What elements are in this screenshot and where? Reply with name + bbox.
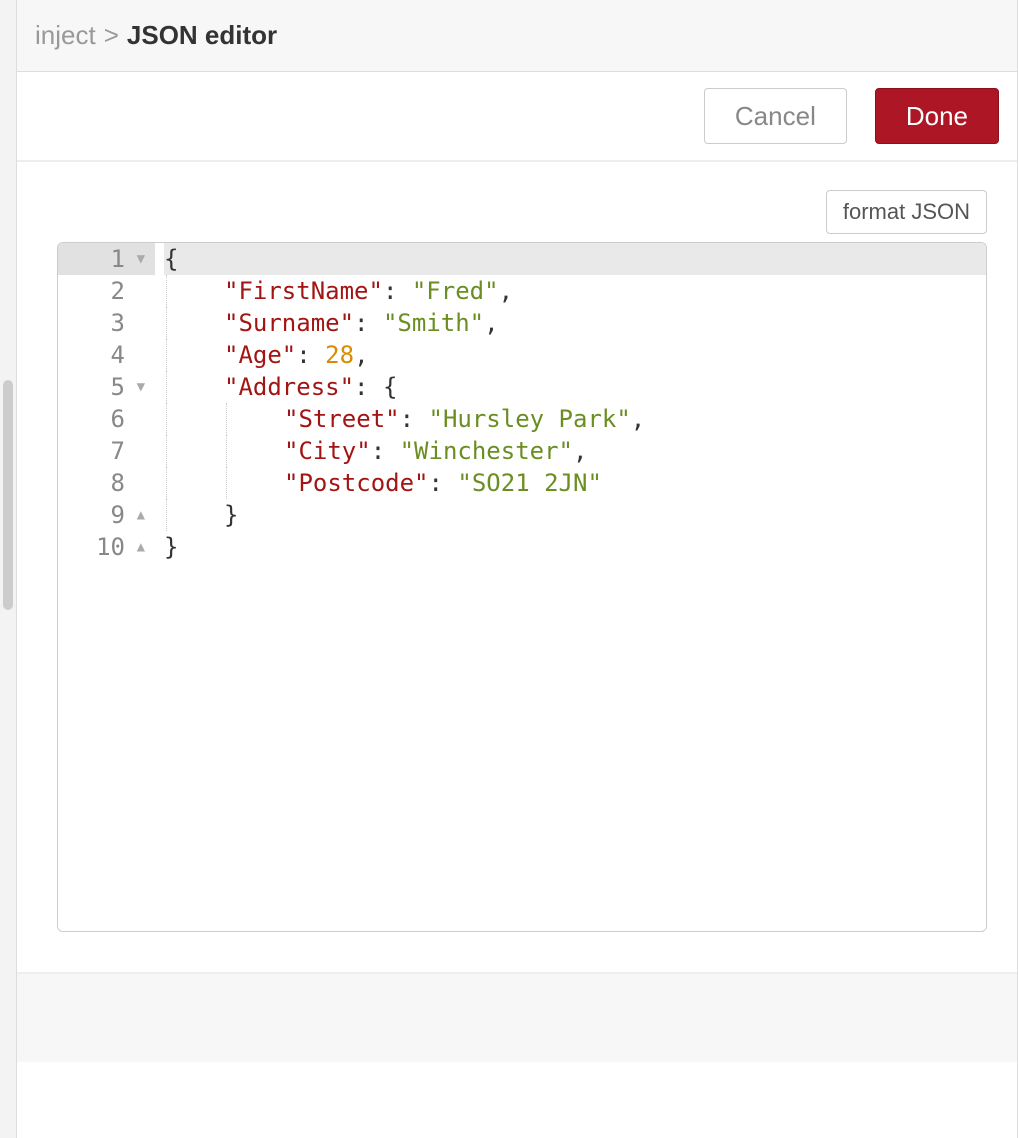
token-key: "Address" bbox=[224, 373, 354, 401]
token-str: "Smith" bbox=[383, 309, 484, 337]
dialog-footer bbox=[17, 972, 1017, 1062]
token-str: "Winchester" bbox=[400, 437, 573, 465]
format-json-button[interactable]: format JSON bbox=[826, 190, 987, 234]
line-number: 1 bbox=[91, 243, 125, 275]
fold-close-icon[interactable] bbox=[131, 540, 145, 554]
line-number: 3 bbox=[91, 307, 125, 339]
line-number: 8 bbox=[91, 467, 125, 499]
editor-panel: inject > JSON editor Cancel Done format … bbox=[16, 0, 1018, 1138]
token-punc: , bbox=[631, 405, 645, 433]
token-key: "FirstName" bbox=[224, 277, 383, 305]
code-line[interactable]: "Postcode": "SO21 2JN" bbox=[164, 467, 986, 499]
token-punc: : bbox=[354, 309, 383, 337]
gutter-line[interactable]: 1 bbox=[58, 243, 155, 275]
token-key: "Street" bbox=[284, 405, 400, 433]
token-punc: : bbox=[400, 405, 429, 433]
token-punc: : bbox=[429, 469, 458, 497]
token-punc: } bbox=[224, 501, 238, 529]
gutter-line[interactable]: 10 bbox=[58, 531, 155, 563]
line-number: 7 bbox=[91, 435, 125, 467]
token-str: "SO21 2JN" bbox=[457, 469, 602, 497]
line-number: 9 bbox=[91, 499, 125, 531]
line-number: 6 bbox=[91, 403, 125, 435]
code-line[interactable]: } bbox=[164, 499, 986, 531]
token-punc: , bbox=[573, 437, 587, 465]
token-punc: : { bbox=[354, 373, 397, 401]
done-button[interactable]: Done bbox=[875, 88, 999, 144]
line-number: 4 bbox=[91, 339, 125, 371]
vertical-scrollbar[interactable] bbox=[3, 380, 13, 610]
gutter-line[interactable]: 2 bbox=[58, 275, 155, 307]
token-punc: } bbox=[164, 533, 178, 561]
editor-code[interactable]: {"FirstName": "Fred","Surname": "Smith",… bbox=[156, 243, 986, 931]
code-line[interactable]: "FirstName": "Fred", bbox=[164, 275, 986, 307]
token-key: "Age" bbox=[224, 341, 296, 369]
breadcrumb-sep: > bbox=[104, 20, 119, 51]
token-num: 28 bbox=[325, 341, 354, 369]
gutter-line[interactable]: 8 bbox=[58, 467, 155, 499]
token-punc: : bbox=[296, 341, 325, 369]
code-line[interactable]: "Age": 28, bbox=[164, 339, 986, 371]
token-punc: { bbox=[164, 245, 178, 273]
code-line[interactable]: { bbox=[164, 243, 986, 275]
line-number: 5 bbox=[91, 371, 125, 403]
code-line[interactable]: "Street": "Hursley Park", bbox=[164, 403, 986, 435]
code-line[interactable]: } bbox=[164, 531, 986, 563]
breadcrumb: inject > JSON editor bbox=[17, 0, 1017, 72]
editor-gutter: 12345678910 bbox=[58, 243, 156, 931]
dialog-toolbar: Cancel Done bbox=[17, 72, 1017, 162]
breadcrumb-prev[interactable]: inject bbox=[35, 20, 96, 51]
fold-open-icon[interactable] bbox=[131, 380, 145, 394]
token-key: "Surname" bbox=[224, 309, 354, 337]
gutter-line[interactable]: 9 bbox=[58, 499, 155, 531]
token-key: "Postcode" bbox=[284, 469, 429, 497]
fold-open-icon[interactable] bbox=[131, 252, 145, 266]
code-line[interactable]: "Address": { bbox=[164, 371, 986, 403]
token-punc: : bbox=[383, 277, 412, 305]
json-editor[interactable]: 12345678910 {"FirstName": "Fred","Surnam… bbox=[57, 242, 987, 932]
gutter-line[interactable]: 4 bbox=[58, 339, 155, 371]
fold-close-icon[interactable] bbox=[131, 508, 145, 522]
code-line[interactable]: "Surname": "Smith", bbox=[164, 307, 986, 339]
token-punc: : bbox=[371, 437, 400, 465]
gutter-line[interactable]: 3 bbox=[58, 307, 155, 339]
gutter-line[interactable]: 7 bbox=[58, 435, 155, 467]
editor-content: format JSON 12345678910 {"FirstName": "F… bbox=[17, 162, 1017, 972]
line-number: 2 bbox=[91, 275, 125, 307]
token-punc: , bbox=[354, 341, 368, 369]
token-key: "City" bbox=[284, 437, 371, 465]
token-punc: , bbox=[499, 277, 513, 305]
token-str: "Fred" bbox=[412, 277, 499, 305]
token-punc: , bbox=[484, 309, 498, 337]
line-number: 10 bbox=[91, 531, 125, 563]
breadcrumb-current: JSON editor bbox=[127, 20, 277, 51]
code-line[interactable]: "City": "Winchester", bbox=[164, 435, 986, 467]
gutter-line[interactable]: 6 bbox=[58, 403, 155, 435]
token-str: "Hursley Park" bbox=[429, 405, 631, 433]
gutter-line[interactable]: 5 bbox=[58, 371, 155, 403]
cancel-button[interactable]: Cancel bbox=[704, 88, 847, 144]
